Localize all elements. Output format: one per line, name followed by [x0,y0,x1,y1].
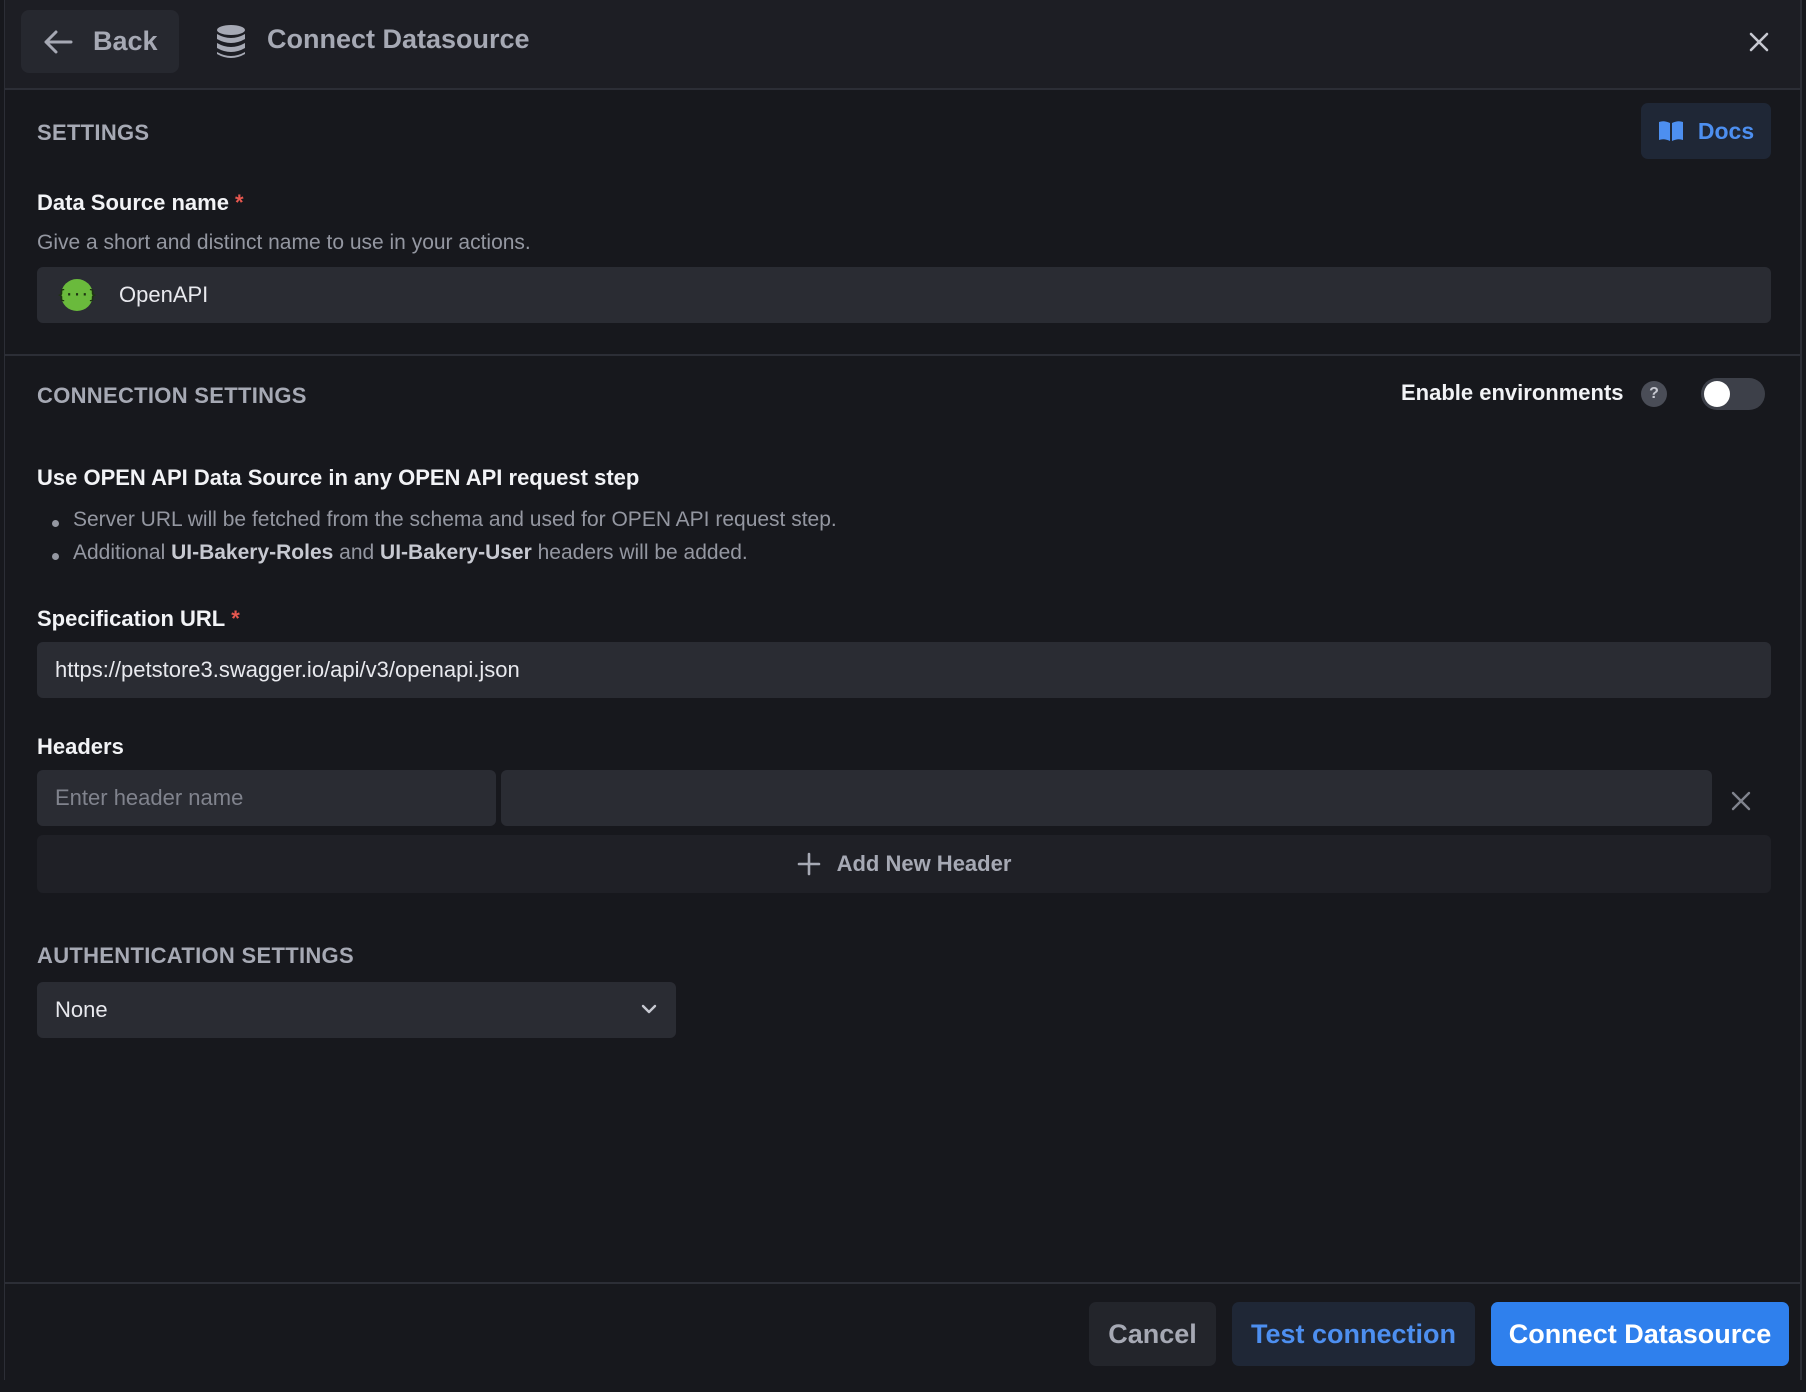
docs-button[interactable]: Docs [1641,103,1771,159]
help-icon[interactable]: ? [1641,381,1667,407]
specification-url-value: https://petstore3.swagger.io/api/v3/open… [55,657,520,682]
enable-environments-toggle[interactable] [1701,378,1765,410]
close-icon[interactable] [1741,24,1777,60]
openapi-info-title: Use OPEN API Data Source in any OPEN API… [37,465,640,490]
add-new-header-label: Add New Header [836,851,1012,876]
roles-header-name: UI-Bakery-Roles [171,541,334,564]
user-header-name: UI-Bakery-User [380,541,532,564]
data-source-name-hint: Give a short and distinct name to use in… [37,231,531,254]
authentication-selected-value: None [55,997,108,1022]
back-button[interactable]: Back [21,10,179,73]
cancel-button[interactable]: Cancel [1089,1302,1216,1366]
database-icon [217,25,245,58]
test-connection-button[interactable]: Test connection [1232,1302,1475,1366]
docs-label: Docs [1697,117,1755,144]
list-item: Additional UI-Bakery-Roles and UI-Bakery… [49,541,837,574]
settings-section-label: SETTINGS [37,120,150,145]
add-new-header-button[interactable]: Add New Header [37,835,1771,893]
plus-icon [797,852,820,876]
openapi-info-list: Server URL will be fetched from the sche… [49,508,837,574]
specification-url-label: Specification URL * [37,606,240,631]
data-source-name-value: OpenAPI [119,282,209,307]
chevron-down-icon [641,1004,657,1014]
authentication-select[interactable]: None [37,982,676,1038]
back-label: Back [93,26,158,56]
required-mark: * [234,190,244,215]
toggle-knob [1704,381,1730,407]
book-icon [1658,121,1683,141]
specification-url-input[interactable]: https://petstore3.swagger.io/api/v3/open… [37,642,1771,698]
dialog-title: Connect Datasource [267,24,530,54]
section-divider [5,354,1800,356]
header-value-input[interactable] [501,770,1712,826]
remove-header-icon[interactable] [1728,788,1754,814]
headers-label: Headers [37,734,124,759]
header-name-placeholder: Enter header name [55,785,244,810]
arrow-left-icon [44,30,73,53]
openapi-icon: {···} [57,279,97,311]
connect-datasource-button[interactable]: Connect Datasource [1491,1302,1789,1366]
required-mark: * [231,606,240,631]
authentication-settings-label: AUTHENTICATION SETTINGS [37,943,354,968]
connect-datasource-dialog: Back Connect Datasource SETTINGS Docs Da… [4,0,1802,1380]
enable-environments-label: Enable environments [1401,380,1624,405]
header-name-input[interactable]: Enter header name [37,770,496,826]
connection-settings-label: CONNECTION SETTINGS [37,383,307,408]
data-source-name-label: Data Source name * [37,190,244,215]
data-source-name-input[interactable]: {···} OpenAPI [37,267,1771,323]
list-item: Server URL will be fetched from the sche… [49,508,837,541]
top-bar: Back Connect Datasource [5,0,1800,90]
